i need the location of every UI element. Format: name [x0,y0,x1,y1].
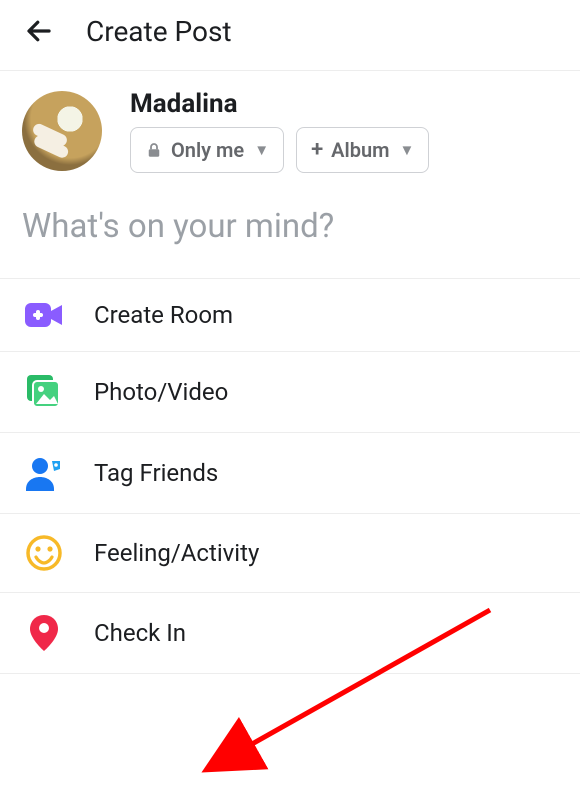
user-name: Madalina [130,89,429,119]
option-photo-video[interactable]: Photo/Video [0,351,580,432]
header: Create Post [0,0,580,70]
tag-friends-icon [22,453,66,493]
option-label: Create Room [94,301,233,329]
back-button[interactable] [20,12,58,50]
user-row: Madalina Only me ▼ + Album ▼ [0,71,580,187]
composer-placeholder: What's on your mind? [22,207,558,246]
smiley-icon [22,534,66,572]
option-feeling-activity[interactable]: Feeling/Activity [0,513,580,592]
privacy-label: Only me [171,138,244,162]
back-arrow-icon [24,16,54,46]
option-label: Feeling/Activity [94,539,259,567]
location-pin-icon [22,613,66,653]
option-label: Check In [94,619,186,647]
page-title: Create Post [86,15,232,48]
avatar[interactable] [22,91,102,171]
album-selector[interactable]: + Album ▼ [296,127,429,173]
album-label: Album [331,138,389,162]
option-tag-friends[interactable]: Tag Friends [0,432,580,513]
plus-icon: + [311,139,323,161]
photo-video-icon [22,372,66,412]
composer[interactable]: What's on your mind? [0,187,580,278]
option-create-room[interactable]: Create Room [0,278,580,351]
option-check-in[interactable]: Check In [0,592,580,674]
lock-icon [145,141,163,159]
chevron-down-icon: ▼ [254,141,269,159]
privacy-selector[interactable]: Only me ▼ [130,127,284,173]
option-label: Tag Friends [94,459,218,487]
chevron-down-icon: ▼ [400,141,415,159]
video-plus-icon [22,299,66,331]
option-label: Photo/Video [94,378,228,406]
